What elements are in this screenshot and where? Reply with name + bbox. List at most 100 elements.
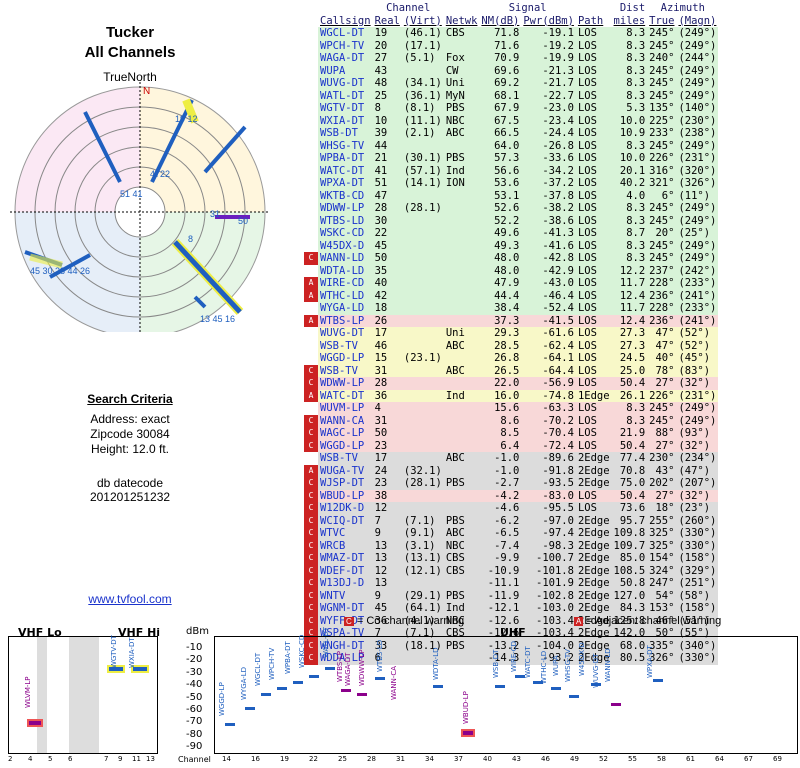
- station-row[interactable]: WUVG-DT 17 Uni 29.3 -61.6 LOS 27.3 47° (52°): [304, 327, 719, 340]
- cell-cs[interactable]: WGTV-DT: [318, 102, 373, 115]
- station-row[interactable]: C WANN-LD 50 48.0 -42.8 LOS 8.3 245° (249°): [304, 252, 719, 265]
- station-row[interactable]: C WGGD-LP 23 6.4 -72.4 LOS 50.4 27° (32°): [304, 439, 719, 453]
- station-row[interactable]: C WRCB 13 (3.1) NBC -7.4 -98.3 2Edge 109.7 325° (3…: [304, 539, 719, 553]
- station-row[interactable]: C WNTV 9 (29.1) PBS -11.9 -102.8 2Edge 127.0 54°(…: [304, 589, 719, 603]
- station-row[interactable]: WUVM-LP 4 15.6 -63.3 LOS 8.3 245° (249°): [304, 402, 719, 415]
- station-row[interactable]: WPCH-TV 20 (17.1) 71.6 -19.2 LOS 8.3 245° (249°): [304, 39, 719, 53]
- cell-cs[interactable]: WUVM-LP: [318, 402, 373, 415]
- cell-cs[interactable]: W45DX-D: [318, 240, 373, 253]
- cell-cs[interactable]: WXIA-DT: [318, 115, 373, 128]
- station-row[interactable]: A WUGA-TV 24 (32.1) -1.0 -91.8 2Edge 70.8 43° (47…: [304, 464, 719, 478]
- cell-path: 2Edge: [577, 452, 610, 464]
- cell-cs[interactable]: WATC-DT: [318, 390, 373, 403]
- station-row[interactable]: C WTVC 9 (9.1) ABC -6.5 -97.4 2Edge 109.8 325° (33…: [304, 527, 719, 540]
- station-row[interactable]: WUPA 43 CW 69.6 -21.3 LOS 8.3 245° (249°): [304, 64, 719, 78]
- cell-cs[interactable]: WCIQ-DT: [318, 515, 373, 528]
- station-row[interactable]: C WCIQ-DT 7 (7.1) PBS -6.2 -97.0 2Edge 95.7 255°(…: [304, 514, 719, 528]
- station-row[interactable]: WSB-TV 46 ABC 28.5 -62.4 LOS 27.3 47° (52°): [304, 339, 719, 353]
- cell-cs[interactable]: WUPA: [318, 65, 373, 78]
- station-row[interactable]: C WDWW-LP 28 22.0 -56.9 LOS 50.4 27° (32°): [304, 377, 719, 390]
- station-row[interactable]: WPBA-DT 21 (30.1) PBS 57.3 -33.6 LOS 10.0 226° (2…: [304, 152, 719, 165]
- cell-cs[interactable]: WKTB-CD: [318, 190, 373, 203]
- cell-cs[interactable]: WSB-TV: [318, 365, 373, 378]
- cell-cs[interactable]: WAGC-LP: [318, 427, 373, 440]
- cell-cs[interactable]: WBUD-LP: [318, 490, 373, 503]
- cell-cs[interactable]: WYGA-LD: [318, 302, 373, 315]
- cell-cs[interactable]: WGGD-LP: [318, 440, 373, 453]
- station-row[interactable]: WHSG-TV 44 64.0 -26.8 LOS 8.3 245° (249°): [304, 139, 719, 153]
- cell-cs[interactable]: WDEF-DT: [318, 565, 373, 578]
- cell-path: 2Edge: [577, 577, 610, 589]
- cell-dist: 70.8: [619, 464, 646, 477]
- cell-cs[interactable]: WRCB: [318, 540, 373, 553]
- cell-cs[interactable]: WANN-CA: [318, 415, 373, 428]
- cell-cs[interactable]: WTHC-LD: [318, 290, 373, 303]
- cell-net: CBS: [445, 564, 465, 577]
- cell-cs[interactable]: WTBS-LD: [318, 215, 373, 228]
- cell-cs[interactable]: WATL-DT: [318, 90, 373, 103]
- station-row[interactable]: WTBS-LD 30 52.2 -38.6 LOS 8.3 245° (249°): [304, 214, 719, 228]
- station-row[interactable]: W45DX-D 45 49.3 -41.6 LOS 8.3 245° (249°): [304, 239, 719, 253]
- cell-cs[interactable]: WATC-DT: [318, 165, 373, 178]
- station-row[interactable]: WGCL-DT 19 (46.1) CBS 71.8 -19.1 LOS 8.3 245° (24…: [304, 27, 719, 40]
- station-row[interactable]: C W13DJ-D 13 -11.1 -101.9 2Edge 50.8 247° (251°): [304, 577, 719, 590]
- station-row[interactable]: A WTBS-LP 26 37.3 -41.5 LOS 12.4 236° (241°): [304, 314, 719, 328]
- station-row[interactable]: C WMAZ-DT 13 (13.1) CBS -9.9 -100.7 2Edge 85.0 15…: [304, 552, 719, 565]
- cell-cs[interactable]: W12DK-D: [318, 502, 373, 515]
- cell-cs[interactable]: WJSP-DT: [318, 477, 373, 490]
- station-row[interactable]: WAGA-DT 27 (5.1) Fox 70.9 -19.9 LOS 8.3 240° (244…: [304, 52, 719, 65]
- spectrum-station-label: WSKC-CD: [298, 634, 306, 668]
- cell-cs[interactable]: WMAZ-DT: [318, 552, 373, 565]
- station-row[interactable]: WGGD-LP 15 (23.1) 26.8 -64.1 LOS 24.5 40° (45°): [304, 352, 719, 365]
- cell-cs[interactable]: WTBS-LP: [318, 315, 373, 328]
- station-row[interactable]: C WJSP-DT 23 (28.1) PBS -2.7 -93.5 2Edge 75.0 202…: [304, 477, 719, 490]
- station-row[interactable]: WUVG-DT 48 (34.1) Uni 69.2 -21.7 LOS 8.3 245° (24…: [304, 77, 719, 90]
- cell-cs[interactable]: WPBA-DT: [318, 152, 373, 165]
- cell-cs[interactable]: WDWW-LP: [318, 202, 373, 215]
- station-row[interactable]: C WANN-CA 31 8.6 -70.2 LOS 8.3 245° (249°): [304, 414, 719, 428]
- station-row[interactable]: WSB-TV 17 ABC -1.0 -89.6 2Edge 77.4 230° (234°): [304, 452, 719, 465]
- station-row[interactable]: C WBUD-LP 38 -4.2 -83.0 LOS 50.4 27° (32°): [304, 489, 719, 503]
- station-row[interactable]: WXIA-DT 10 (11.1) NBC 67.5 -23.4 LOS 10.0 225° (2…: [304, 114, 719, 128]
- station-row[interactable]: WGTV-DT 8 (8.1) PBS 67.9 -23.0 LOS 5.3 135° (140°…: [304, 102, 719, 115]
- cell-cs[interactable]: WGCL-DT: [318, 27, 373, 40]
- cell-cs[interactable]: WGGD-LP: [318, 352, 373, 365]
- cell-cs[interactable]: WIRE-CD: [318, 277, 373, 290]
- cell-cs[interactable]: WTVC: [318, 527, 373, 540]
- cell-cs[interactable]: WUGA-TV: [318, 465, 373, 478]
- cell-cs[interactable]: WUVG-DT: [318, 327, 373, 340]
- cell-cs[interactable]: WSB-TV: [318, 340, 373, 353]
- x-tick: 31: [396, 755, 405, 763]
- cell-cs[interactable]: WSB-DT: [318, 127, 373, 140]
- station-row[interactable]: C W12DK-D 12 -4.6 -95.5 LOS 73.6 18° (23°): [304, 502, 719, 515]
- station-row[interactable]: WSKC-CD 22 49.6 -41.3 LOS 8.7 20° (25°): [304, 227, 719, 240]
- station-row[interactable]: WPXA-DT 51 (14.1) ION 53.6 -37.2 LOS 40.2 321° (3…: [304, 177, 719, 190]
- cell-cs[interactable]: WDWW-LP: [318, 377, 373, 390]
- cell-cs[interactable]: WPCH-TV: [318, 40, 373, 53]
- cell-cs[interactable]: WAGA-DT: [318, 52, 373, 65]
- station-row[interactable]: C WAGC-LP 50 8.5 -70.4 LOS 21.9 88° (93°): [304, 427, 719, 440]
- cell-cs[interactable]: WNTV: [318, 590, 373, 603]
- cell-cs[interactable]: WANN-LD: [318, 252, 373, 265]
- cell-cs[interactable]: WPXA-DT: [318, 177, 373, 190]
- cell-cs[interactable]: WHSG-TV: [318, 140, 373, 153]
- cell-cs[interactable]: WDTA-LD: [318, 265, 373, 278]
- station-row[interactable]: C WSB-TV 31 ABC 26.5 -64.4 LOS 25.0 78° (83°): [304, 364, 719, 378]
- station-row[interactable]: WSB-DT 39 (2.1) ABC 66.5 -24.4 LOS 10.9 233° (238…: [304, 127, 719, 140]
- station-row[interactable]: A WTHC-LD 42 44.4 -46.4 LOS 12.4 236° (241°): [304, 289, 719, 303]
- cell-cs[interactable]: WSB-TV: [318, 452, 373, 465]
- station-row[interactable]: WYGA-LD 18 38.4 -52.4 LOS 11.7 228° (233°): [304, 302, 719, 315]
- station-row[interactable]: WATL-DT 25 (36.1) MyN 68.1 -22.7 LOS 8.3 245° (24…: [304, 89, 719, 103]
- station-row[interactable]: WKTB-CD 47 53.1 -37.8 LOS 4.0 6° (11°): [304, 189, 719, 203]
- cell-cs[interactable]: WUVG-DT: [318, 77, 373, 90]
- cell-cs[interactable]: WSKC-CD: [318, 227, 373, 240]
- station-row[interactable]: WATC-DT 41 (57.1) Ind 56.6 -34.2 LOS 20.1 316° (3…: [304, 164, 719, 178]
- website-link[interactable]: www.tvfool.com: [0, 592, 260, 606]
- station-row[interactable]: WDTA-LD 35 48.0 -42.9 LOS 12.2 237° (242°): [304, 264, 719, 278]
- cell-cs[interactable]: W13DJ-D: [318, 577, 373, 590]
- cell-mg: (93°): [678, 427, 711, 439]
- station-row[interactable]: C WDEF-DT 12 (12.1) CBS -10.9 -101.8 2Edge 108.5…: [304, 564, 719, 578]
- station-row[interactable]: WDWW-LP 28 (28.1) 52.6 -38.2 LOS 8.3 245° (249°): [304, 202, 719, 215]
- station-row[interactable]: A WIRE-CD 40 47.9 -43.0 LOS 11.7 228° (233°): [304, 277, 719, 290]
- station-row[interactable]: A WATC-DT 36 Ind 16.0 -74.8 1Edge 26.1 226° (231°…: [304, 389, 719, 403]
